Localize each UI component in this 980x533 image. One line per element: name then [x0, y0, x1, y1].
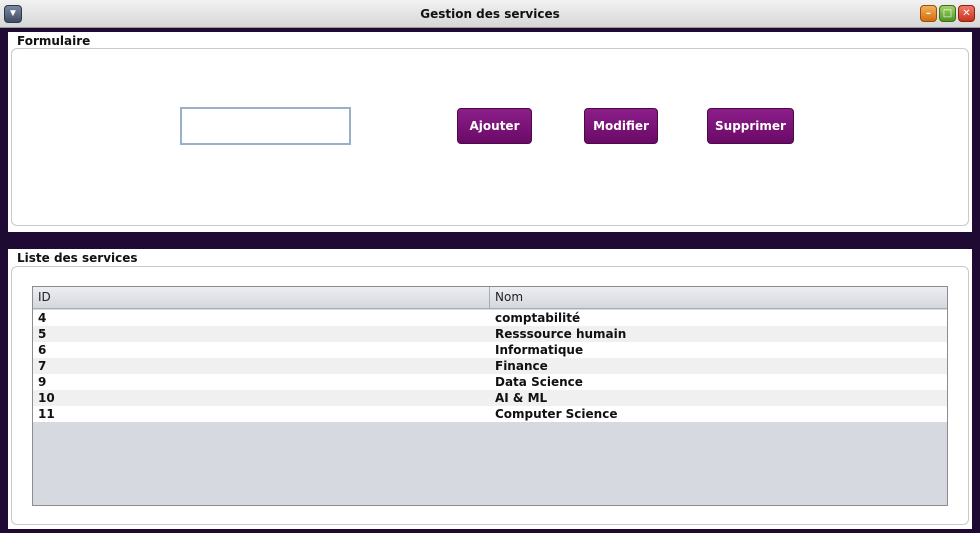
table-row[interactable]: 10 AI & ML: [33, 390, 947, 406]
cell-id: 7: [38, 359, 47, 373]
cell-id: 11: [38, 407, 55, 421]
table-row[interactable]: 11 Computer Science: [33, 406, 947, 422]
column-header-nom[interactable]: Nom: [490, 287, 947, 309]
table-header: ID Nom: [33, 287, 947, 309]
title-bar[interactable]: ▼ Gestion des services – □ ✕: [0, 0, 980, 28]
minimize-icon[interactable]: –: [920, 5, 937, 22]
add-button[interactable]: Ajouter: [457, 108, 532, 144]
cell-nom: Finance: [495, 359, 548, 373]
edit-button[interactable]: Modifier: [584, 108, 658, 144]
cell-nom: Computer Science: [495, 407, 618, 421]
table-row[interactable]: 9 Data Science: [33, 374, 947, 390]
cell-id: 9: [38, 375, 47, 389]
cell-nom: Informatique: [495, 343, 584, 357]
cell-nom: comptabilité: [495, 311, 581, 325]
table-body: 4 comptabilité 5 Resssource humain 6 Informat…: [33, 310, 947, 422]
services-table[interactable]: ID Nom 4 comptabilité 5 Resssource humain 6 I…: [32, 286, 948, 506]
service-name-input[interactable]: [180, 107, 351, 145]
column-header-id[interactable]: ID: [33, 287, 490, 309]
cell-id: 10: [38, 391, 55, 405]
app-window: ▼ Gestion des services – □ ✕ Formulaire …: [0, 0, 980, 533]
table-row[interactable]: 4 comptabilité: [33, 310, 947, 326]
cell-nom: AI & ML: [495, 391, 548, 405]
table-row[interactable]: 7 Finance: [33, 358, 947, 374]
cell-nom: Data Science: [495, 375, 583, 389]
table-row[interactable]: 5 Resssource humain: [33, 326, 947, 342]
maximize-icon[interactable]: □: [939, 5, 956, 22]
cell-id: 6: [38, 343, 47, 357]
cell-id: 5: [38, 327, 47, 341]
window-title: Gestion des services: [420, 7, 560, 21]
list-panel-title: Liste des services: [17, 251, 138, 265]
form-panel-title: Formulaire: [17, 34, 91, 48]
cell-id: 4: [38, 311, 47, 325]
close-icon[interactable]: ✕: [958, 5, 975, 22]
delete-button[interactable]: Supprimer: [707, 108, 794, 144]
table-row[interactable]: 6 Informatique: [33, 342, 947, 358]
cell-nom: Resssource humain: [495, 327, 627, 341]
